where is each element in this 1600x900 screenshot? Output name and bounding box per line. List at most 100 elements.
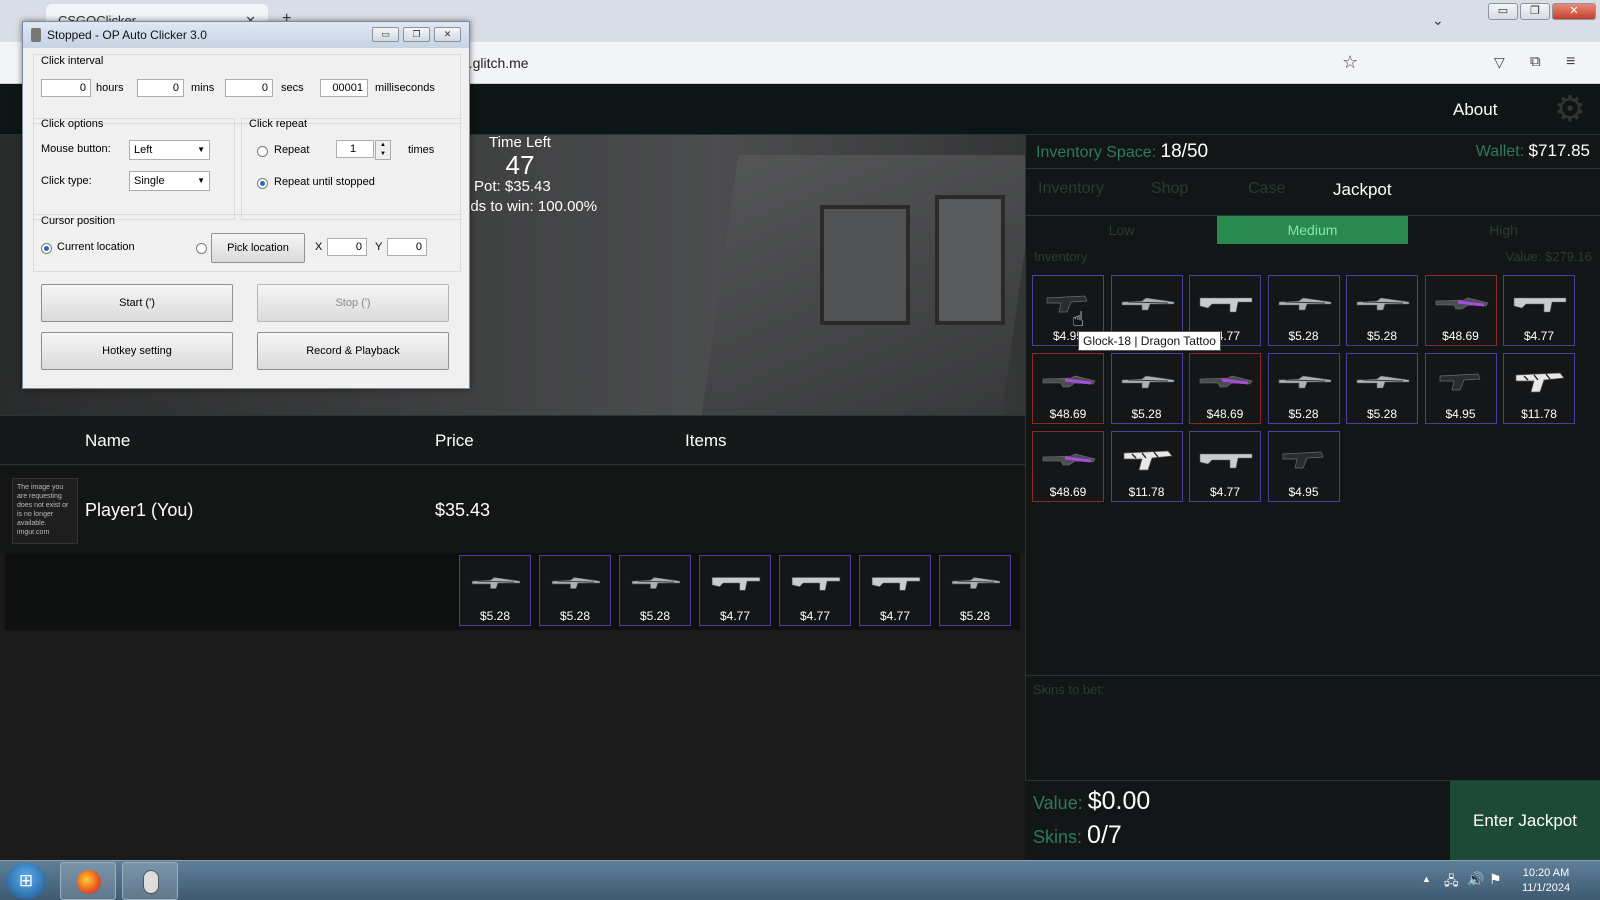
pick-location-radio[interactable]	[196, 243, 207, 254]
inventory-item-white[interactable]: $11.78	[1503, 353, 1575, 424]
action-center-flag-icon[interactable]: ⚑	[1489, 871, 1502, 888]
item-price: $5.28	[559, 609, 591, 623]
item-price: $5.28	[479, 609, 511, 623]
item-price: $5.28	[1288, 329, 1319, 343]
inventory-item-rifle[interactable]: $5.28	[1267, 275, 1340, 346]
inventory-item-purple[interactable]: $48.69	[1032, 431, 1104, 502]
start-button[interactable]: Start (')	[41, 284, 233, 322]
inventory-item-pistol[interactable]: $4.95	[1424, 353, 1497, 424]
repeat-label: Repeat	[274, 144, 310, 156]
background-window	[820, 205, 910, 325]
inventory-item-rifle[interactable]: $5.28	[1110, 353, 1183, 424]
column-price: Price	[435, 431, 474, 450]
inventory-space-label: Inventory Space:	[1036, 144, 1157, 161]
hours-field[interactable]: 0	[41, 79, 91, 97]
item-price: $5.28	[959, 609, 991, 623]
wallet-label: Wallet:	[1475, 143, 1525, 160]
milliseconds-field[interactable]: 00001	[320, 79, 368, 97]
tray-expand-icon[interactable]: ▲	[1422, 874, 1431, 884]
tab-inventory[interactable]: Inventory	[1038, 180, 1104, 198]
tab-list-chevron-icon[interactable]: ⌄	[1432, 12, 1444, 29]
tab-shop[interactable]: Shop	[1151, 180, 1188, 198]
time-left-value: 47	[505, 150, 535, 180]
inventory-item-rifle[interactable]: $5.28	[1267, 353, 1340, 424]
restore-button[interactable]: ❐	[1520, 3, 1550, 20]
dialog-window-controls: ▭ ❐ ✕	[372, 27, 461, 42]
enter-jackpot-button[interactable]: Enter Jackpot	[1450, 781, 1600, 861]
extensions-icon[interactable]: ⧉	[1530, 53, 1541, 70]
x-label: X	[315, 241, 323, 253]
dialog-minimize-button[interactable]: ▭	[372, 27, 399, 42]
bet-value-amount: $0.00	[1087, 787, 1151, 815]
gear-icon[interactable]: ⚙	[1548, 89, 1592, 133]
repeat-count-field[interactable]: 1	[336, 140, 374, 158]
mins-field[interactable]: 0	[137, 79, 184, 97]
bet-item-rifle[interactable]: $5.28	[459, 555, 531, 626]
mouse-button-label: Mouse button:	[41, 143, 111, 155]
secs-field[interactable]: 0	[225, 79, 273, 97]
system-clock[interactable]: 10:20 AM 11/1/2024	[1516, 866, 1576, 896]
bet-item-rifle[interactable]: $5.28	[619, 555, 691, 626]
click-type-label: Click type:	[41, 175, 92, 187]
auto-clicker-title-bar[interactable]: Stopped - OP Auto Clicker 3.0 ▭ ❐ ✕	[23, 22, 469, 48]
item-price: $5.28	[1366, 407, 1398, 421]
network-icon[interactable]: 🖧	[1444, 872, 1459, 894]
inventory-item-rifle[interactable]: $5.28	[1346, 353, 1418, 424]
y-field[interactable]: 0	[387, 238, 427, 256]
level-low[interactable]: Low	[1026, 216, 1217, 244]
stop-button[interactable]: Stop (')	[257, 284, 449, 322]
item-price: $5.28	[1366, 329, 1398, 343]
taskbar-auto-clicker[interactable]	[122, 862, 178, 900]
repeat-radio[interactable]	[257, 146, 268, 157]
tab-jackpot[interactable]: Jackpot	[1333, 180, 1392, 200]
repeat-spinner[interactable]: ▲ ▼	[375, 140, 391, 160]
menu-icon[interactable]: ≡	[1566, 53, 1575, 71]
inventory-item-white[interactable]: $11.78	[1110, 431, 1183, 502]
inventory-item-silenced[interactable]: $4.77	[1189, 431, 1261, 502]
about-link[interactable]: About	[1453, 100, 1497, 120]
item-price: $4.77	[879, 609, 911, 623]
inventory-item-silenced[interactable]: $4.77	[1503, 275, 1575, 346]
level-high[interactable]: High	[1408, 216, 1599, 244]
inventory-item-purple[interactable]: $48.69	[1032, 353, 1104, 424]
windows-start-icon[interactable]: ⊞	[6, 863, 46, 899]
dialog-close-button[interactable]: ✕	[434, 27, 461, 42]
pocket-icon[interactable]: ▽	[1494, 54, 1505, 71]
inventory-item-purple[interactable]: $48.69	[1424, 275, 1497, 346]
inventory-item-purple[interactable]: $48.69	[1189, 353, 1261, 424]
click-type-select[interactable]: Single ▼	[129, 171, 210, 191]
inventory-item-pistol[interactable]: $4.95	[1267, 431, 1340, 502]
auto-clicker-title: Stopped - OP Auto Clicker 3.0	[47, 28, 207, 42]
mouse-button-select[interactable]: Left ▼	[129, 140, 210, 160]
pick-location-button[interactable]: Pick location	[211, 233, 305, 263]
x-field[interactable]: 0	[327, 238, 367, 256]
repeat-until-stopped-radio[interactable]	[257, 178, 268, 189]
bet-item-silenced[interactable]: $4.77	[779, 555, 851, 626]
click-options-group	[33, 118, 235, 220]
bookmark-star-icon[interactable]: ☆	[1342, 52, 1358, 73]
volume-icon[interactable]: 🔊	[1467, 871, 1484, 888]
chevron-down-icon: ▼	[197, 176, 205, 185]
bet-item-rifle[interactable]: $5.28	[939, 555, 1011, 626]
current-location-radio[interactable]	[41, 243, 52, 254]
minimize-button[interactable]: ▭	[1488, 3, 1518, 20]
record-playback-button[interactable]: Record & Playback	[257, 332, 449, 370]
inventory-space-value: 18/50	[1160, 141, 1209, 162]
inventory-item-rifle[interactable]: $5.28	[1346, 275, 1418, 346]
tab-case[interactable]: Case	[1248, 180, 1285, 198]
item-price: $4.77	[799, 609, 831, 623]
players-table-header: Name Price Items	[0, 415, 1025, 465]
close-button[interactable]: ✕	[1552, 3, 1596, 20]
level-medium[interactable]: Medium	[1217, 216, 1408, 244]
item-price: $5.28	[1131, 407, 1162, 421]
bet-item-silenced[interactable]: $4.77	[859, 555, 931, 626]
bet-item-silenced[interactable]: $4.77	[699, 555, 771, 626]
skins-to-bet-area: Skins to bet:	[1025, 675, 1600, 780]
bet-item-rifle[interactable]: $5.28	[539, 555, 611, 626]
hotkey-setting-button[interactable]: Hotkey setting	[41, 332, 233, 370]
taskbar-firefox[interactable]	[60, 862, 116, 900]
dialog-maximize-button[interactable]: ❐	[403, 27, 430, 42]
mouse-button-value: Left	[134, 144, 153, 156]
table-row: The image you are requesting does not ex…	[0, 466, 1025, 553]
odds-to-win: dds to win: 100.00%	[462, 198, 598, 215]
